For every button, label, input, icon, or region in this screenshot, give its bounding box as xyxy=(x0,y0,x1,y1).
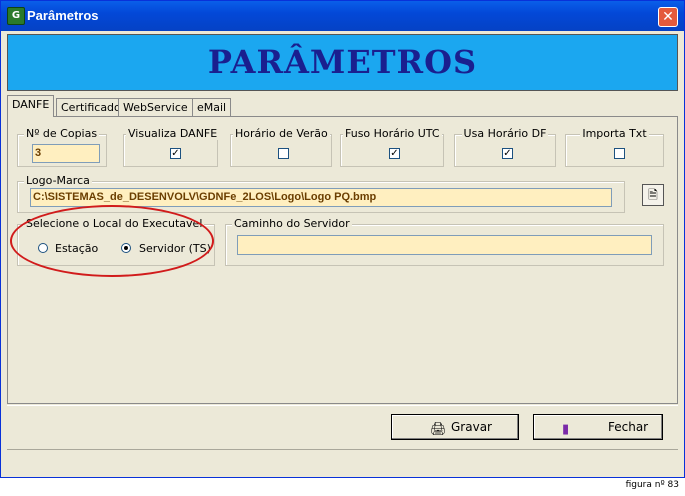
logo-marca-label: Logo-Marca xyxy=(24,174,92,187)
banner-title: PARÂMETROS xyxy=(207,43,478,81)
fechar-button[interactable]: ▮ Fechar xyxy=(533,414,663,440)
importa-txt-label: Importa Txt xyxy=(580,127,649,140)
caminho-servidor-label: Caminho do Servidor xyxy=(232,217,352,230)
caminho-servidor-input[interactable] xyxy=(237,235,652,255)
visualiza-danfe-label: Visualiza DANFE xyxy=(126,127,220,140)
gravar-label: Gravar xyxy=(451,420,492,434)
fechar-label: Fechar xyxy=(608,420,649,434)
copias-input[interactable]: 3 xyxy=(32,144,100,163)
gravar-button[interactable]: 🖨 Gravar xyxy=(391,414,519,440)
window-title: Parâmetros xyxy=(27,8,99,23)
usa-horario-df-checkbox[interactable]: ✓ xyxy=(502,148,513,159)
visualiza-danfe-group: Visualiza DANFE ✓ xyxy=(123,127,220,167)
horario-verao-checkbox[interactable] xyxy=(278,148,289,159)
app-icon: G xyxy=(7,7,25,25)
caminho-servidor-group: Caminho do Servidor xyxy=(225,217,664,266)
title-bar[interactable]: G Parâmetros ✕ xyxy=(1,1,684,31)
fuso-horario-group: Fuso Horário UTC ✓ xyxy=(340,127,444,167)
browse-logo-button[interactable]: 🗎 xyxy=(642,184,664,206)
tab-email[interactable]: eMail xyxy=(192,98,232,117)
tab-danfe[interactable]: DANFE xyxy=(7,95,55,117)
horario-verao-group: Horário de Verão xyxy=(230,127,332,167)
copias-label: Nº de Copias xyxy=(24,127,100,140)
horario-verao-label: Horário de Verão xyxy=(233,127,330,140)
save-icon: 🖨 xyxy=(430,422,447,437)
usa-horario-df-label: Usa Horário DF xyxy=(461,127,549,140)
exit-door-icon: ▮ xyxy=(562,422,570,437)
copias-group: Nº de Copias 3 xyxy=(17,127,107,167)
usa-horario-df-group: Usa Horário DF ✓ xyxy=(454,127,556,167)
figure-caption: figura nº 83 xyxy=(625,480,679,490)
importa-txt-checkbox[interactable] xyxy=(614,148,625,159)
importa-txt-group: Importa Txt xyxy=(565,127,664,167)
file-icon: 🗎 xyxy=(648,188,658,202)
tab-certificado[interactable]: Certificado xyxy=(56,98,126,117)
visualiza-danfe-checkbox[interactable]: ✓ xyxy=(170,148,181,159)
close-button[interactable]: ✕ xyxy=(658,7,678,27)
highlight-ellipse xyxy=(10,205,214,277)
status-bar xyxy=(7,449,678,473)
header-banner: PARÂMETROS xyxy=(7,34,678,91)
fuso-horario-checkbox[interactable]: ✓ xyxy=(389,148,400,159)
button-bar: 🖨 Gravar ▮ Fechar xyxy=(7,405,678,447)
tab-webservice[interactable]: WebService xyxy=(118,98,193,117)
fuso-horario-label: Fuso Horário UTC xyxy=(343,127,442,140)
